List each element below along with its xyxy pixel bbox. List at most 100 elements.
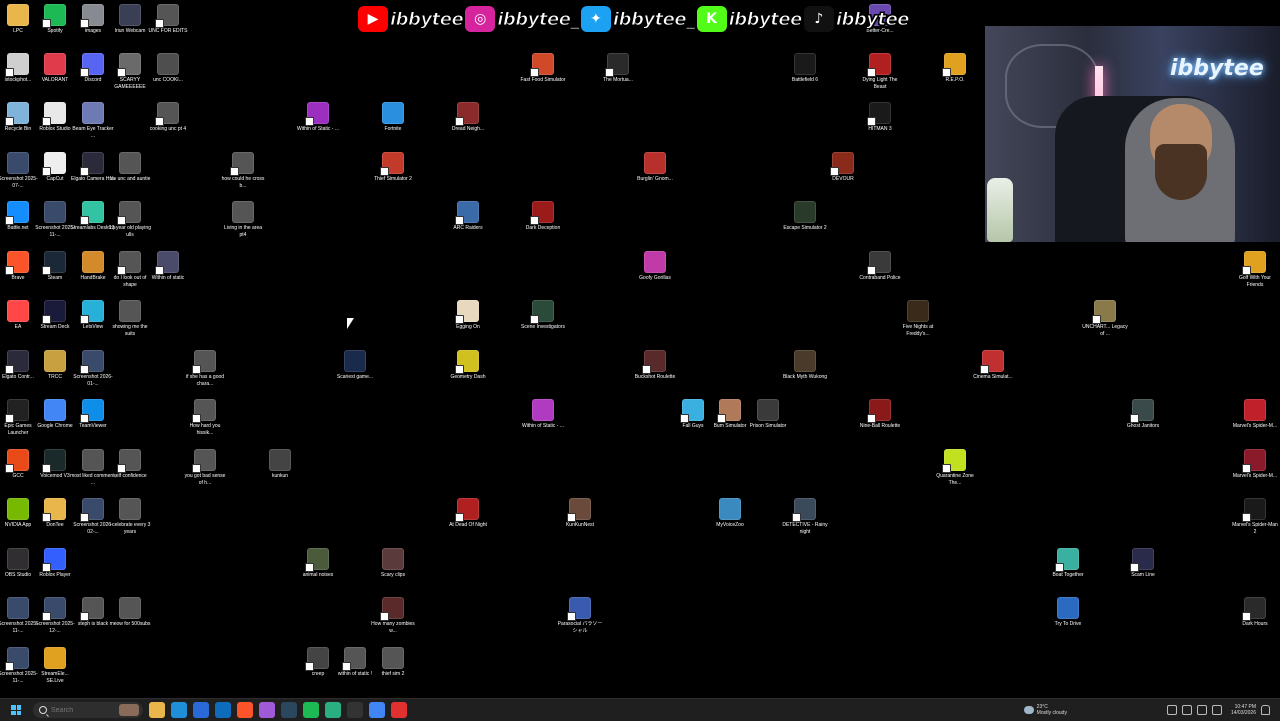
desktop-icon[interactable]: i celebrate every 3 years: [108, 498, 152, 536]
desktop-icon[interactable]: Contraband Police: [858, 251, 902, 282]
desktop-icon[interactable]: Geometry Dash: [446, 350, 490, 381]
app-icon: [119, 498, 141, 520]
desktop-icon[interactable]: Roblox Player: [33, 548, 77, 579]
desktop-icon[interactable]: meow for 500subs: [108, 597, 152, 628]
desktop-icon[interactable]: Ghost Janitors: [1121, 399, 1165, 430]
desktop-icon[interactable]: thief sim 2: [371, 647, 415, 678]
taskbar-app-red-icon[interactable]: [391, 702, 407, 718]
desktop-icon[interactable]: Escape Simulator 2: [783, 201, 827, 232]
start-button[interactable]: [5, 699, 27, 721]
taskbar-outlook-icon[interactable]: [215, 702, 231, 718]
desktop-icon[interactable]: DEVOUR: [821, 152, 865, 183]
desktop-icon[interactable]: if she has a good chara...: [183, 350, 227, 388]
desktop-icon[interactable]: Scene Investigators: [521, 300, 565, 331]
taskbar-steam-icon[interactable]: [281, 702, 297, 718]
taskbar-app-blue-icon[interactable]: [193, 702, 209, 718]
taskbar-file-explorer-icon[interactable]: [149, 702, 165, 718]
app-icon: [7, 597, 29, 619]
volume-icon[interactable]: [1196, 705, 1207, 715]
taskbar-search[interactable]: [33, 702, 143, 718]
desktop-icon[interactable]: Marvel's Spider-M...: [1233, 399, 1277, 430]
taskbar-chrome-icon[interactable]: [369, 702, 385, 718]
taskbar-app-green-icon[interactable]: [325, 702, 341, 718]
desktop-icon[interactable]: Dread Neigh...: [446, 102, 490, 133]
desktop-icon[interactable]: Scariest game...: [333, 350, 377, 381]
taskbar-terminal-icon[interactable]: [347, 702, 363, 718]
notification-bell-icon[interactable]: [1261, 705, 1270, 715]
desktop-icon[interactable]: KunKunNest: [558, 498, 602, 529]
desktop-icon[interactable]: Quarantine Zone The...: [933, 449, 977, 487]
desktop-icon[interactable]: Parasocial パラソーシャル: [558, 597, 602, 635]
desktop-icon[interactable]: you got bad sense of h...: [183, 449, 227, 487]
app-icon: [980, 350, 1004, 374]
desktop-icon[interactable]: Golf With Your Friends: [1233, 251, 1277, 289]
desktop-icon[interactable]: unc COOKI...: [146, 53, 190, 84]
desktop-icon[interactable]: Goofy Gorillas: [633, 251, 677, 282]
desktop-icon[interactable]: Thief Simulator 2: [371, 152, 415, 183]
desktop-icon[interactable]: cooking unc pt 4: [146, 102, 190, 133]
search-input[interactable]: [51, 706, 115, 714]
desktop-icon[interactable]: The Mortua...: [596, 53, 640, 84]
taskbar-brave-icon[interactable]: [237, 702, 253, 718]
taskbar-edge-icon[interactable]: [171, 702, 187, 718]
desktop-icon[interactable]: Five Nights at Freddy's...: [896, 300, 940, 338]
desktop-icon[interactable]: ARC Raiders: [446, 201, 490, 232]
desktop-icon[interactable]: Marvel's Spider-Man 2: [1232, 498, 1278, 536]
desktop-icon[interactable]: showing me the suits: [108, 300, 152, 338]
desktop-icon[interactable]: Prison Simulator: [746, 399, 790, 430]
app-icon: [455, 300, 479, 324]
desktop-icon[interactable]: Living in the area pt4: [221, 201, 265, 239]
desktop-icon[interactable]: Cinema Simulat...: [971, 350, 1015, 381]
desktop-icon-label: HITMAN 3: [868, 126, 892, 132]
app-icon: [455, 102, 479, 126]
desktop-icon[interactable]: UNCHART... Legacy of ...: [1082, 300, 1128, 338]
weather-widget[interactable]: 23°C Mostly cloudy: [1023, 704, 1067, 716]
desktop-icon[interactable]: Battlefield 6: [783, 53, 827, 84]
desktop-icon[interactable]: kunkun: [258, 449, 302, 480]
desktop-icon[interactable]: Fast Food Simulator: [520, 53, 566, 84]
desktop-icon[interactable]: How hard you hissik...: [183, 399, 227, 437]
desktop-icon[interactable]: Dark Deception: [521, 201, 565, 232]
desktop-icon[interactable]: TeamViewer: [71, 399, 115, 430]
chevron-up-icon[interactable]: [1166, 705, 1177, 715]
desktop-icon[interactable]: Boat Together: [1046, 548, 1090, 579]
network-icon[interactable]: [1181, 705, 1192, 715]
desktop-icon-label: Contraband Police: [859, 275, 901, 281]
desktop-icon[interactable]: Black Myth Wukong: [783, 350, 827, 381]
desktop-icon[interactable]: animal noises: [296, 548, 340, 579]
desktop-icon[interactable]: Marvel's Spider-M...: [1233, 449, 1277, 480]
desktop-icon[interactable]: Beam Eye Tracker ...: [71, 102, 115, 140]
neon-sign: ibbytee: [1170, 56, 1264, 81]
desktop-icon[interactable]: Within of Static - ...: [296, 102, 340, 133]
desktop-icon[interactable]: Scary clips: [371, 548, 415, 579]
desktop-icon[interactable]: Screenshot 2026-01-...: [71, 350, 115, 388]
desktop-icon[interactable]: Burglin' Gnom...: [633, 152, 677, 183]
desktop-icon[interactable]: How many zombies w...: [371, 597, 415, 635]
desktop-icon[interactable]: how could he cross b...: [221, 152, 265, 190]
desktop-icon[interactable]: DETECTIVE - Rainy night: [782, 498, 828, 536]
desktop-icon[interactable]: Dark Hours: [1233, 597, 1277, 628]
desktop-icon[interactable]: Dying Light The Beast: [858, 53, 902, 91]
clock[interactable]: 10:47 PM 14/03/2026: [1231, 704, 1256, 716]
desktop-icon[interactable]: HITMAN 3: [858, 102, 902, 133]
desktop-icon[interactable]: fav unc and auntie: [108, 152, 152, 183]
desktop-icon[interactable]: Fortnite: [371, 102, 415, 133]
desktop-icon[interactable]: At Dead Of Night: [446, 498, 490, 529]
desktop-icon[interactable]: Nine-Ball Roulette: [858, 399, 902, 430]
taskbar-spotify-icon[interactable]: [303, 702, 319, 718]
taskbar-app-colorful-icon[interactable]: [259, 702, 275, 718]
desktop-icon[interactable]: StreamEle... SE.Live: [33, 647, 77, 685]
desktop-icon[interactable]: Egging On: [446, 300, 490, 331]
desktop-icon[interactable]: R.E.P.O.: [933, 53, 977, 84]
desktop-icon[interactable]: self confidence: [108, 449, 152, 480]
desktop-icon[interactable]: Buckshot Roulette: [633, 350, 677, 381]
desktop-icon[interactable]: 13 year old playing ulls: [108, 201, 152, 239]
desktop-icon[interactable]: Within of static: [146, 251, 190, 282]
desktop-icon[interactable]: MyVoiceZoo: [708, 498, 752, 529]
battery-icon[interactable]: [1211, 705, 1222, 715]
app-icon: [230, 152, 254, 176]
desktop-icon[interactable]: Scam Line: [1121, 548, 1165, 579]
desktop-icon[interactable]: Try To Drive: [1046, 597, 1090, 628]
desktop-icon[interactable]: Within of Static - ...: [521, 399, 565, 430]
desktop-icon[interactable]: UNC FOR EDITS: [146, 4, 190, 35]
